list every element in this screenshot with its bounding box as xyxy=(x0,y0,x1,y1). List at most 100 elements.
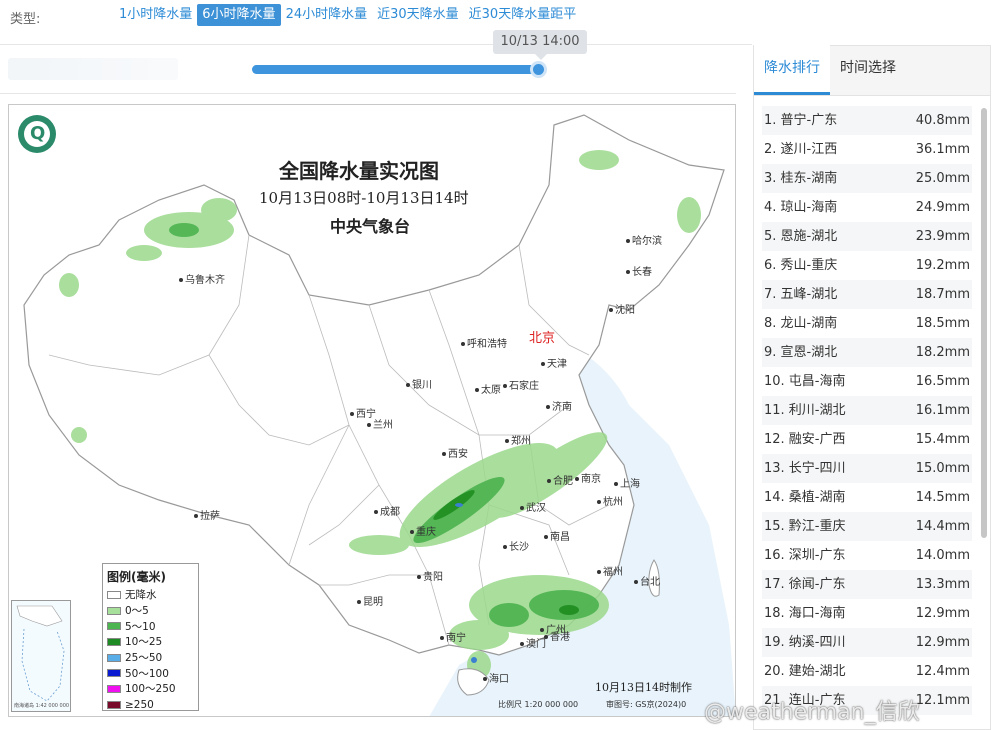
city-label: 呼和浩特 xyxy=(461,335,507,350)
station-name: 12. 融安-广西 xyxy=(764,432,846,447)
tab-precip-ranking[interactable]: 降水排行 xyxy=(754,45,830,95)
station-name: 16. 深圳-广东 xyxy=(764,548,846,563)
precip-value: 18.2mm xyxy=(915,345,970,360)
ranking-row[interactable]: 10. 屯昌-海南 16.5mm xyxy=(762,367,972,396)
city-label: 天津 xyxy=(541,355,567,370)
city-label: 兰州 xyxy=(367,416,393,431)
precip-value: 12.9mm xyxy=(915,635,970,650)
city-label: 沈阳 xyxy=(609,301,635,316)
precip-value: 12.1mm xyxy=(915,693,970,708)
time-slider-track[interactable] xyxy=(252,65,542,74)
station-name: 1. 普宁-广东 xyxy=(764,113,838,128)
ranking-row[interactable]: 9. 宣恩-湖北 18.2mm xyxy=(762,338,972,367)
precip-value: 12.4mm xyxy=(915,664,970,679)
tab-1h-precip[interactable]: 1小时降水量 xyxy=(114,4,197,26)
precip-value: 14.4mm xyxy=(915,519,970,534)
rain-intense xyxy=(455,503,463,507)
made-time: 10月13日14时制作 xyxy=(595,681,692,694)
city-label: 武汉 xyxy=(520,499,546,514)
inset-caption: 南海诸岛 1:42 000 000 xyxy=(14,703,70,709)
south-china-sea-inset: 南海诸岛 1:42 000 000 xyxy=(11,600,71,712)
ranking-row[interactable]: 16. 深圳-广东 14.0mm xyxy=(762,541,972,570)
station-name: 7. 五峰-湖北 xyxy=(764,287,838,302)
tab-30d-precip[interactable]: 近30天降水量 xyxy=(372,4,464,26)
ranking-row[interactable]: 4. 琼山-海南 24.9mm xyxy=(762,193,972,222)
blurred-text xyxy=(8,58,178,80)
station-name: 17. 徐闻-广东 xyxy=(764,577,846,592)
precip-value: 15.0mm xyxy=(915,461,970,476)
precip-value: 24.9mm xyxy=(915,200,970,215)
ranking-row[interactable]: 6. 秀山-重庆 19.2mm xyxy=(762,251,972,280)
legend-item: 无降水 xyxy=(107,587,194,603)
ranking-panel: 降水排行 时间选择 1. 普宁-广东 40.8mm 2. 遂川-江西 36.1mm 3.… xyxy=(753,45,991,730)
precip-value: 36.1mm xyxy=(915,142,970,157)
ranking-row[interactable]: 15. 黔江-重庆 14.4mm xyxy=(762,512,972,541)
ranking-row[interactable]: 7. 五峰-湖北 18.7mm xyxy=(762,280,972,309)
city-label: 哈尔滨 xyxy=(626,232,662,247)
city-label: 拉萨 xyxy=(194,507,220,522)
city-label: 郑州 xyxy=(505,432,531,447)
ranking-row[interactable]: 20. 建始-湖北 12.4mm xyxy=(762,657,972,686)
city-label: 西安 xyxy=(442,445,468,460)
precip-value: 25.0mm xyxy=(915,171,970,186)
tab-24h-precip[interactable]: 24小时降水量 xyxy=(281,4,373,26)
precip-value: 18.7mm xyxy=(915,287,970,302)
precip-value: 13.3mm xyxy=(915,577,970,592)
station-name: 9. 宣恩-湖北 xyxy=(764,345,838,360)
city-label: 重庆 xyxy=(410,523,436,538)
legend-item: 5～10 xyxy=(107,618,194,634)
city-label: 南宁 xyxy=(440,629,466,644)
precip-value: 18.5mm xyxy=(915,316,970,331)
map-organization: 中央气象台 xyxy=(330,217,411,236)
precipitation-map: Q 全国降水量实况图 10月13日08时-10月13日14时 中央气象台 乌鲁木… xyxy=(8,104,736,717)
city-label: 南京 xyxy=(575,470,601,485)
ranking-row[interactable]: 14. 桑植-湖南 14.5mm xyxy=(762,483,972,512)
tab-time-select[interactable]: 时间选择 xyxy=(830,45,906,95)
ranking-row[interactable]: 1. 普宁-广东 40.8mm xyxy=(762,106,972,135)
map-subtitle: 10月13日08时-10月13日14时 xyxy=(259,189,469,207)
station-name: 5. 恩施-湖北 xyxy=(764,229,838,244)
watermark-text: @weatherman_信欣 xyxy=(704,700,920,725)
capital-label: 北京 xyxy=(529,331,556,346)
inset-map-svg xyxy=(16,605,65,702)
station-name: 18. 海口-海南 xyxy=(764,606,846,621)
tab-30d-anomaly[interactable]: 近30天降水量距平 xyxy=(464,4,582,26)
city-label: 乌鲁木齐 xyxy=(179,271,225,286)
ranking-list: 1. 普宁-广东 40.8mm 2. 遂川-江西 36.1mm 3. 桂东-湖南 25.0… xyxy=(762,106,972,715)
ranking-scrollbar[interactable] xyxy=(981,108,987,538)
page: 类型: 1小时降水量 6小时降水量 24小时降水量 近30天降水量 近30天降水… xyxy=(0,0,997,730)
station-name: 11. 利川-湖北 xyxy=(764,403,846,418)
ranking-row[interactable]: 12. 融安-广西 15.4mm xyxy=(762,425,972,454)
ranking-row[interactable]: 5. 恩施-湖北 23.9mm xyxy=(762,222,972,251)
tab-6h-precip[interactable]: 6小时降水量 xyxy=(197,4,281,26)
map-legend: 图例(毫米) 无降水 0～5 5～10 10～25 25～50 50～100 1… xyxy=(102,563,199,711)
city-label: 杭州 xyxy=(597,493,623,508)
time-slider-handle[interactable] xyxy=(530,61,547,78)
ranking-row[interactable]: 8. 龙山-湖南 18.5mm xyxy=(762,309,972,338)
ranking-row[interactable]: 13. 长宁-四川 15.0mm xyxy=(762,454,972,483)
city-label: 香港 xyxy=(544,628,570,643)
precip-value: 15.4mm xyxy=(915,432,970,447)
legend-item: 0～5 xyxy=(107,603,194,619)
city-label: 长春 xyxy=(626,263,652,278)
ranking-row[interactable]: 18. 海口-海南 12.9mm xyxy=(762,599,972,628)
precip-value: 16.5mm xyxy=(915,374,970,389)
map-title: 全国降水量实况图 xyxy=(279,159,439,183)
precip-value: 12.9mm xyxy=(915,606,970,621)
precip-value: 16.1mm xyxy=(915,403,970,418)
ranking-row[interactable]: 3. 桂东-湖南 25.0mm xyxy=(762,164,972,193)
city-label: 石家庄 xyxy=(503,377,539,392)
type-tabs: 1小时降水量 6小时降水量 24小时降水量 近30天降水量 近30天降水量距平 xyxy=(114,4,581,26)
ranking-row[interactable]: 2. 遂川-江西 36.1mm xyxy=(762,135,972,164)
city-label: 南昌 xyxy=(544,528,570,543)
ranking-row[interactable]: 19. 纳溪-四川 12.9mm xyxy=(762,628,972,657)
type-label: 类型: xyxy=(10,12,41,27)
station-name: 6. 秀山-重庆 xyxy=(764,258,838,273)
station-name: 2. 遂川-江西 xyxy=(764,142,838,157)
station-name: 8. 龙山-湖南 xyxy=(764,316,838,331)
ranking-row[interactable]: 17. 徐闻-广东 13.3mm xyxy=(762,570,972,599)
rain-intense xyxy=(471,657,477,663)
city-label: 福州 xyxy=(597,563,623,578)
ranking-row[interactable]: 11. 利川-湖北 16.1mm xyxy=(762,396,972,425)
city-label: 太原 xyxy=(475,381,501,396)
